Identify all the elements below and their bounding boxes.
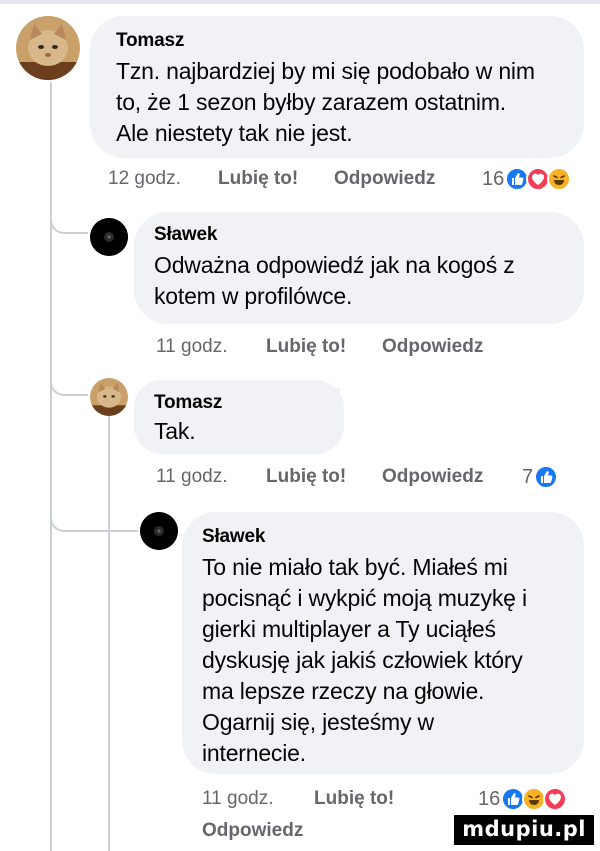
comment-author[interactable]: Sławek <box>202 526 265 548</box>
thread-line-reply <box>108 416 110 851</box>
redacted-name <box>230 388 340 416</box>
like-label[interactable]: Lubię to! <box>266 466 346 487</box>
disc-avatar-icon <box>90 218 128 256</box>
reply-label[interactable]: Odpowiedz <box>202 820 303 841</box>
reply-link[interactable]: Odpowiedz <box>382 466 483 488</box>
comment-bubble: Tomasz Tzn. najbardziej by mi się podoba… <box>90 16 584 158</box>
comment-bubble: Tomasz Tak. <box>134 380 344 454</box>
reply-label[interactable]: Odpowiedz <box>334 168 435 189</box>
like-label[interactable]: Lubię to! <box>314 788 394 809</box>
avatar-black[interactable] <box>140 512 178 550</box>
comment-author[interactable]: Tomasz <box>116 30 184 52</box>
thread-elbow-3 <box>50 490 138 532</box>
redacted-name <box>230 220 320 248</box>
reply-label[interactable]: Odpowiedz <box>382 466 483 487</box>
comment-time[interactable]: 12 godz. <box>108 168 181 190</box>
like-label[interactable]: Lubię to! <box>218 168 298 189</box>
cat-photo-icon <box>90 378 128 416</box>
reaction-count: 7 <box>522 465 534 488</box>
thread-line-main <box>50 82 52 851</box>
avatar-cat[interactable] <box>90 378 128 416</box>
thread-elbow-1 <box>50 200 88 234</box>
like-link[interactable]: Lubię to! <box>266 466 346 488</box>
comment-time[interactable]: 11 godz. <box>156 336 227 358</box>
comment-bubble: Sławek To nie miało tak być. Miałeś mi p… <box>182 512 584 774</box>
top-divider <box>0 0 600 4</box>
comment-text: Tak. <box>154 418 196 444</box>
love-reaction-icon <box>543 787 568 811</box>
reaction-count: 16 <box>478 787 501 810</box>
comment-time[interactable]: 11 godz. <box>202 788 273 810</box>
reactions-summary[interactable]: 7 <box>522 464 559 490</box>
reply-link[interactable]: Odpowiedz <box>202 820 303 842</box>
comment-author[interactable]: Sławek <box>154 224 217 246</box>
reply-label[interactable]: Odpowiedz <box>382 336 483 357</box>
like-label[interactable]: Lubię to! <box>266 336 346 357</box>
avatar-black[interactable] <box>90 218 128 256</box>
redacted-name <box>278 520 388 548</box>
redacted-name <box>198 24 328 54</box>
like-link[interactable]: Lubię to! <box>266 336 346 358</box>
watermark: mdupiu.pl <box>454 815 594 845</box>
comment-text: Odważna odpowiedź jak na kogoś z kotem w… <box>154 252 515 309</box>
haha-reaction-icon <box>547 167 572 191</box>
reaction-count: 16 <box>482 167 505 190</box>
reply-link[interactable]: Odpowiedz <box>334 168 435 190</box>
disc-avatar-icon <box>140 512 178 550</box>
comment-text: Tzn. najbardziej by mi się podobało w ni… <box>116 58 535 146</box>
cat-photo-icon <box>16 16 80 80</box>
avatar-cat[interactable] <box>16 16 80 80</box>
reactions-summary[interactable]: 16 <box>478 786 568 812</box>
like-link[interactable]: Lubię to! <box>314 788 394 810</box>
reply-link[interactable]: Odpowiedz <box>382 336 483 358</box>
like-link[interactable]: Lubię to! <box>218 168 298 190</box>
comment-time[interactable]: 11 godz. <box>156 466 227 488</box>
like-reaction-icon <box>534 465 559 489</box>
reactions-summary[interactable]: 16 <box>482 166 572 192</box>
thread-elbow-2 <box>50 360 88 396</box>
comment-author[interactable]: Tomasz <box>154 392 222 414</box>
comment-bubble: Sławek Odważna odpowiedź jak na kogoś z … <box>134 212 584 324</box>
comment-text: To nie miało tak być. Miałeś mi pocisnąć… <box>202 554 527 766</box>
